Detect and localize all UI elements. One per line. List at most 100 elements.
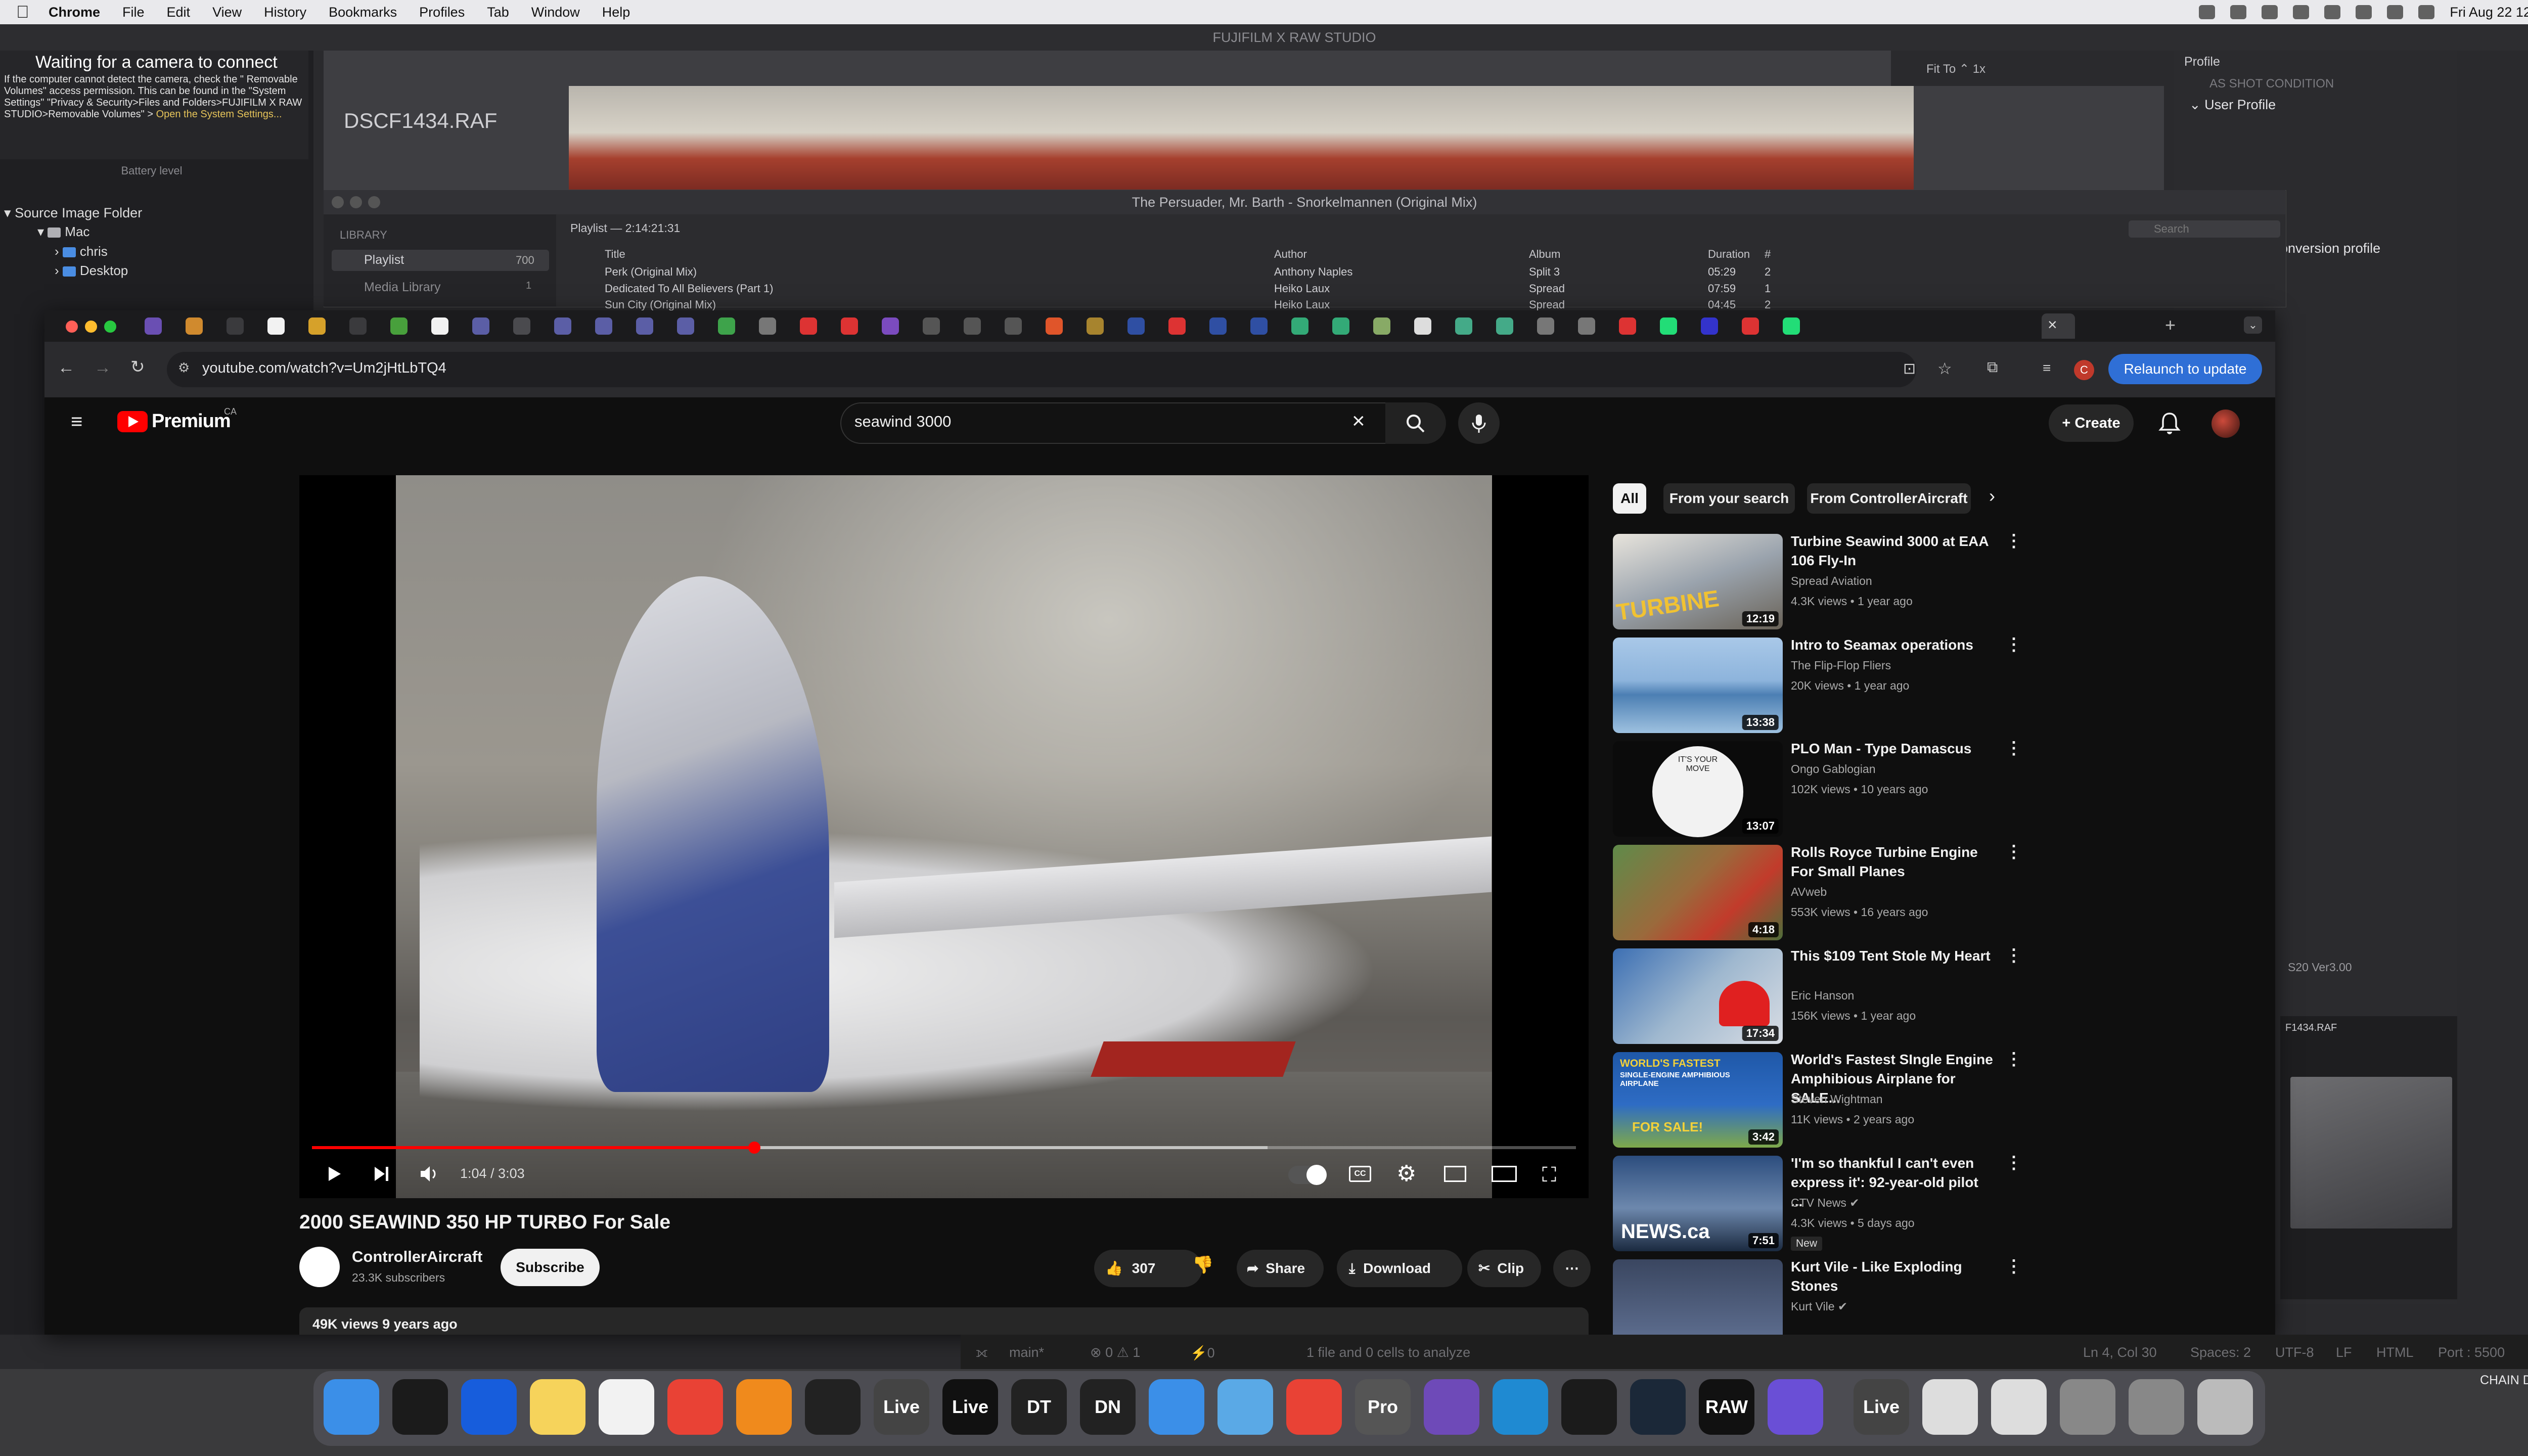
- tab-favicon[interactable]: [800, 317, 817, 335]
- miniplayer-icon[interactable]: [1444, 1166, 1466, 1182]
- rec-more-icon[interactable]: ⋮: [2005, 1049, 2022, 1069]
- tab-favicon[interactable]: [145, 317, 162, 335]
- tree-item-mac[interactable]: ▾ Mac: [37, 224, 89, 240]
- track-title[interactable]: Dedicated To All Believers (Part 1): [605, 282, 773, 295]
- tab-favicon[interactable]: [1005, 317, 1022, 335]
- tab-favicon[interactable]: [513, 317, 530, 335]
- tab-favicon[interactable]: [1783, 317, 1800, 335]
- tab-favicon[interactable]: [267, 317, 285, 335]
- rec-more-icon[interactable]: ⋮: [2005, 842, 2022, 862]
- rec-channel[interactable]: Ongo Gablogian: [1791, 762, 1876, 776]
- forward-icon[interactable]: →: [94, 358, 111, 378]
- rec-more-icon[interactable]: ⋮: [2005, 945, 2022, 966]
- analysis-status[interactable]: 1 file and 0 cells to analyze: [1306, 1345, 1470, 1360]
- music-search-input[interactable]: Search: [2129, 220, 2280, 238]
- github-desktop-icon[interactable]: [1424, 1379, 1479, 1435]
- tab-favicon[interactable]: [841, 317, 858, 335]
- theater-mode-icon[interactable]: [1492, 1166, 1517, 1182]
- clip-button[interactable]: ✂ Clip: [1467, 1250, 1541, 1287]
- tab-favicon[interactable]: [964, 317, 981, 335]
- source-image-folder[interactable]: ▾ Source Image Folder: [4, 205, 142, 221]
- tab-favicon[interactable]: [1537, 317, 1554, 335]
- finder-icon[interactable]: [324, 1379, 379, 1435]
- vlc-icon[interactable]: [736, 1379, 792, 1435]
- menu-view[interactable]: View: [212, 5, 242, 20]
- trash-icon[interactable]: [2197, 1379, 2253, 1435]
- settings-gear-icon[interactable]: ⚙: [1396, 1161, 1416, 1187]
- tab-favicon[interactable]: [1127, 317, 1145, 335]
- play-icon[interactable]: [324, 1164, 344, 1184]
- activity-monitor-icon[interactable]: [392, 1379, 448, 1435]
- site-info-icon[interactable]: ⚙: [178, 360, 190, 376]
- tab-favicon[interactable]: [1414, 317, 1431, 335]
- menu-file[interactable]: File: [122, 5, 145, 20]
- notes-icon[interactable]: [530, 1379, 585, 1435]
- channel-name[interactable]: ControllerAircraft: [352, 1248, 482, 1266]
- reload-icon[interactable]: ↻: [130, 357, 145, 377]
- chip-from-channel[interactable]: From ControllerAircraft: [1807, 483, 1971, 514]
- tab-favicon[interactable]: [1619, 317, 1636, 335]
- tab-favicon[interactable]: [1291, 317, 1308, 335]
- tab-active[interactable]: [2042, 313, 2075, 339]
- documents-icon[interactable]: [1922, 1379, 1978, 1435]
- tab-favicon[interactable]: [1087, 317, 1104, 335]
- tab-favicon[interactable]: [472, 317, 489, 335]
- fullscreen-icon[interactable]: ⛶: [1542, 1164, 1556, 1187]
- live-server-port[interactable]: Port : 5500: [2438, 1345, 2505, 1360]
- track-title[interactable]: Sun City (Original Mix): [605, 298, 716, 311]
- siri-icon[interactable]: [2418, 5, 2435, 19]
- rec-title[interactable]: Intro to Seamax operations: [1791, 635, 1993, 655]
- chip-from-your-search[interactable]: From your search: [1663, 483, 1795, 514]
- notifications-bell-icon[interactable]: [2158, 411, 2181, 436]
- rec-title[interactable]: Rolls Royce Turbine Engine For Small Pla…: [1791, 843, 1993, 881]
- language-mode[interactable]: HTML: [2376, 1345, 2414, 1360]
- unity-icon[interactable]: [805, 1379, 861, 1435]
- column-author[interactable]: Author: [1274, 248, 1307, 261]
- close-button[interactable]: [332, 196, 344, 208]
- tab-favicon[interactable]: [882, 317, 899, 335]
- status-menu-icon[interactable]: [2230, 5, 2247, 19]
- install-app-icon[interactable]: ⊡: [1903, 360, 1916, 378]
- tab-favicon[interactable]: [308, 317, 326, 335]
- raw-studio-icon[interactable]: RAW: [1699, 1379, 1754, 1435]
- hamburger-menu-icon[interactable]: ≡: [71, 411, 82, 433]
- menu-profiles[interactable]: Profiles: [419, 5, 465, 20]
- menu-clock[interactable]: Fri Aug 22 12:20AM: [2450, 5, 2528, 20]
- rec-channel[interactable]: CTV News ✔: [1791, 1196, 1860, 1210]
- tab-favicon[interactable]: [636, 317, 653, 335]
- xcode-alt-icon[interactable]: [1217, 1379, 1273, 1435]
- problems-count[interactable]: ⊗ 0 ⚠ 1: [1090, 1345, 1140, 1360]
- rec-channel[interactable]: Kurt Vile ✔: [1791, 1300, 1847, 1313]
- rec-thumbnail[interactable]: [1613, 1259, 1783, 1335]
- menu-tab[interactable]: Tab: [487, 5, 509, 20]
- rec-channel[interactable]: The Flip-Flop Fliers: [1791, 659, 1891, 672]
- fit-to-select[interactable]: Fit To ⌃ 1x: [1926, 62, 1985, 76]
- rec-title[interactable]: This $109 Tent Stole My Heart: [1791, 946, 1993, 966]
- rec-channel[interactable]: Steven Wightman: [1791, 1093, 1883, 1106]
- tab-favicon[interactable]: [1578, 317, 1595, 335]
- tab-favicon[interactable]: [759, 317, 776, 335]
- fontforge-icon[interactable]: [1286, 1379, 1342, 1435]
- progress-scrubber-handle[interactable]: [748, 1142, 760, 1154]
- rec-title[interactable]: Turbine Seawind 3000 at EAA 106 Fly-In: [1791, 532, 1993, 570]
- volume-icon[interactable]: [419, 1164, 441, 1184]
- rec-more-icon[interactable]: ⋮: [2005, 634, 2022, 655]
- filmstrip-thumbnail[interactable]: [2290, 1077, 2452, 1228]
- column-album[interactable]: Album: [1529, 248, 1560, 261]
- tab-favicon[interactable]: [1373, 317, 1390, 335]
- tab-favicon[interactable]: [390, 317, 408, 335]
- tab-favicon[interactable]: [431, 317, 448, 335]
- terminal-icon[interactable]: [1561, 1379, 1617, 1435]
- bitwarden-icon[interactable]: [461, 1379, 517, 1435]
- dt-icon[interactable]: DT: [1011, 1379, 1067, 1435]
- tab-favicon[interactable]: [1168, 317, 1186, 335]
- extensions-icon[interactable]: ⧉: [1987, 359, 1998, 376]
- relaunch-to-update-button[interactable]: Relaunch to update: [2108, 354, 2262, 384]
- dn-icon[interactable]: DN: [1080, 1379, 1136, 1435]
- rec-more-icon[interactable]: ⋮: [2005, 1153, 2022, 1173]
- tab-search-icon[interactable]: ⌄: [2244, 316, 2262, 334]
- rec-title[interactable]: Kurt Vile - Like Exploding Stones: [1791, 1257, 1993, 1296]
- tab-favicon[interactable]: [923, 317, 940, 335]
- tree-item-desktop[interactable]: › Desktop: [55, 263, 128, 279]
- git-branch[interactable]: main*: [1009, 1345, 1044, 1360]
